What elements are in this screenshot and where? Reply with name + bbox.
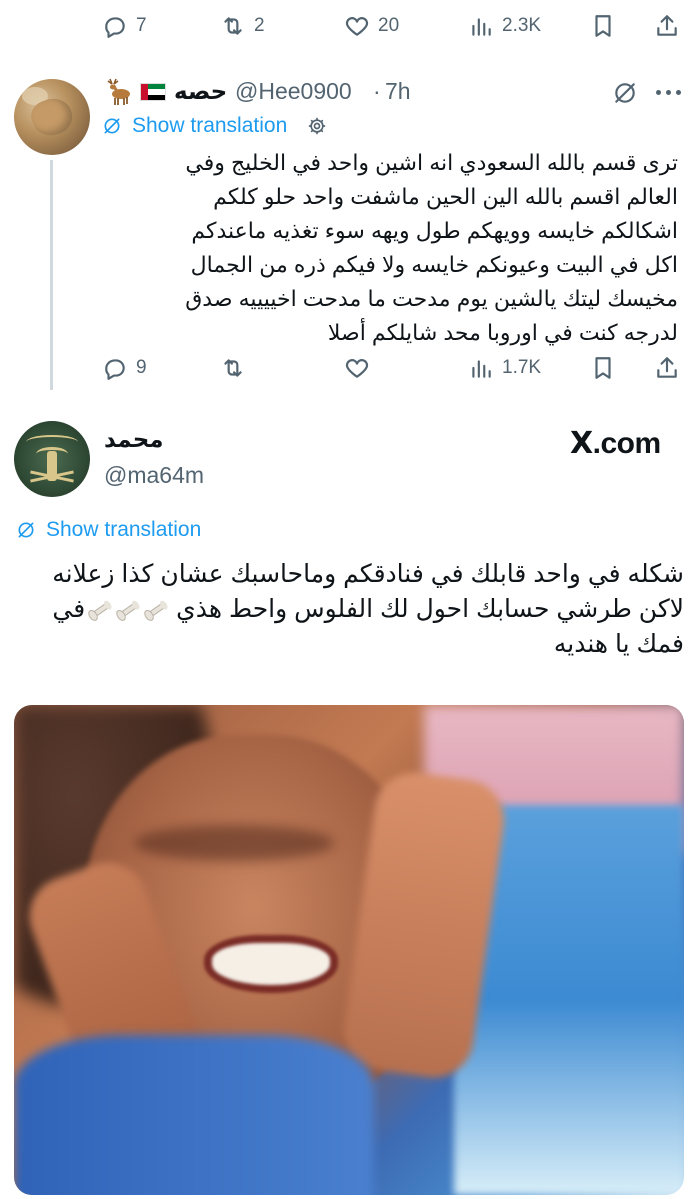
heart-icon [345,359,369,378]
reply-count: 9 [136,357,147,378]
views-icon [472,18,491,36]
tweet-text: ترى قسم بالله السعودي انه اشين واحد في ا… [100,146,678,350]
repost-button[interactable] [220,348,254,388]
bone-emoji-icon [86,599,113,623]
tweet-media-image[interactable] [14,705,684,1195]
tweet-text-line: لاكن طرشي حسابك احول لك الفلوس واحط هذي … [14,592,684,627]
uae-flag-icon [140,83,166,101]
heart-icon [345,17,369,36]
top-action-bar: 7 2 20 2.3K [0,6,698,46]
like-button[interactable] [344,348,378,388]
more-options-icon[interactable] [656,90,682,96]
views-icon [472,360,491,378]
user-handle[interactable]: @ma64m [104,462,204,489]
translate-icon [104,118,120,134]
views-count: 1.7K [502,357,542,378]
like-count: 20 [378,15,400,36]
reply-icon [105,359,125,380]
grok-icon[interactable] [612,80,638,106]
tweet-text-segment: لاكن طرشي حسابك احول لك الفلوس واحط هذي [176,595,684,623]
avatar[interactable] [14,79,90,155]
share-icon [657,357,677,378]
tweet-text-line: لدرجه كنت في اوروبا محد شايلكم أصلا [327,320,678,345]
reply-count: 7 [136,15,147,36]
bookmark-icon [595,15,611,37]
share-button[interactable] [654,6,680,46]
tweet-text: شكله في واحد قابلك في فنادقكم وماحاسبك ع… [14,557,684,662]
tweet-text-line: اكل في البيت وعيونكم خايسه ولا فيكم ذره … [190,252,678,277]
translate-icon [18,522,34,538]
tweet-text-line: العالم اقسم بالله الين الحين ماشفت واحد … [213,184,678,209]
x-logo-suffix: .com [592,427,662,460]
share-button[interactable] [654,348,680,388]
like-button[interactable]: 20 [344,6,399,46]
reply-icon [105,17,125,38]
views-button[interactable]: 2.3K [468,6,541,46]
reply-button[interactable]: 7 [102,6,147,46]
deer-icon [107,78,130,105]
repost-icon [224,359,242,377]
timestamp[interactable]: 7h [385,78,411,105]
name-emojis [102,76,170,108]
reply-button[interactable]: 9 [102,348,147,388]
show-translation-link[interactable]: Show translation [46,518,201,542]
avatar[interactable] [14,421,90,497]
bookmark-button[interactable] [590,6,616,46]
views-count: 2.3K [502,15,542,36]
show-translation-row: Show translation [102,114,327,138]
x-logo-icon: X [570,426,593,461]
tweet-text-segment: في [52,595,86,623]
tweet-text-line: ترى قسم بالله السعودي انه اشين واحد في ا… [185,150,678,175]
tweet-text-line: مخيسك ليتك يالشين يوم مدحت ما مدحت اخييي… [185,286,678,311]
show-translation-row: Show translation [16,518,201,542]
show-translation-link[interactable]: Show translation [132,114,287,138]
gear-icon[interactable] [307,116,327,136]
tweet-text-line: شكله في واحد قابلك في فنادقكم وماحاسبك ع… [52,560,684,588]
display-name[interactable]: محمد [104,426,164,453]
tweet-text-line: اشكالكم خايسه وويهكم طول ويهه سوء تغذيه … [191,218,678,243]
bookmark-icon [595,357,611,379]
repost-count: 2 [254,15,265,36]
tweet-action-bar: 9 1.7K [0,348,698,388]
separator-dot: · [373,78,381,104]
tweet-text-line: فمك يا هنديه [553,630,684,658]
repost-icon [224,17,242,35]
bone-emoji-icon [114,599,141,623]
user-handle[interactable]: @Hee0900 [235,78,352,105]
x-com-logo: X.com [570,426,661,461]
bookmark-button[interactable] [590,348,616,388]
bone-emoji-icon [142,599,169,623]
repost-button[interactable]: 2 [220,6,265,46]
views-button[interactable]: 1.7K [468,348,541,388]
tweet-header: حصه @Hee0900 · 7h [100,76,690,110]
share-icon [657,15,677,36]
display-name[interactable]: حصه [174,78,227,105]
